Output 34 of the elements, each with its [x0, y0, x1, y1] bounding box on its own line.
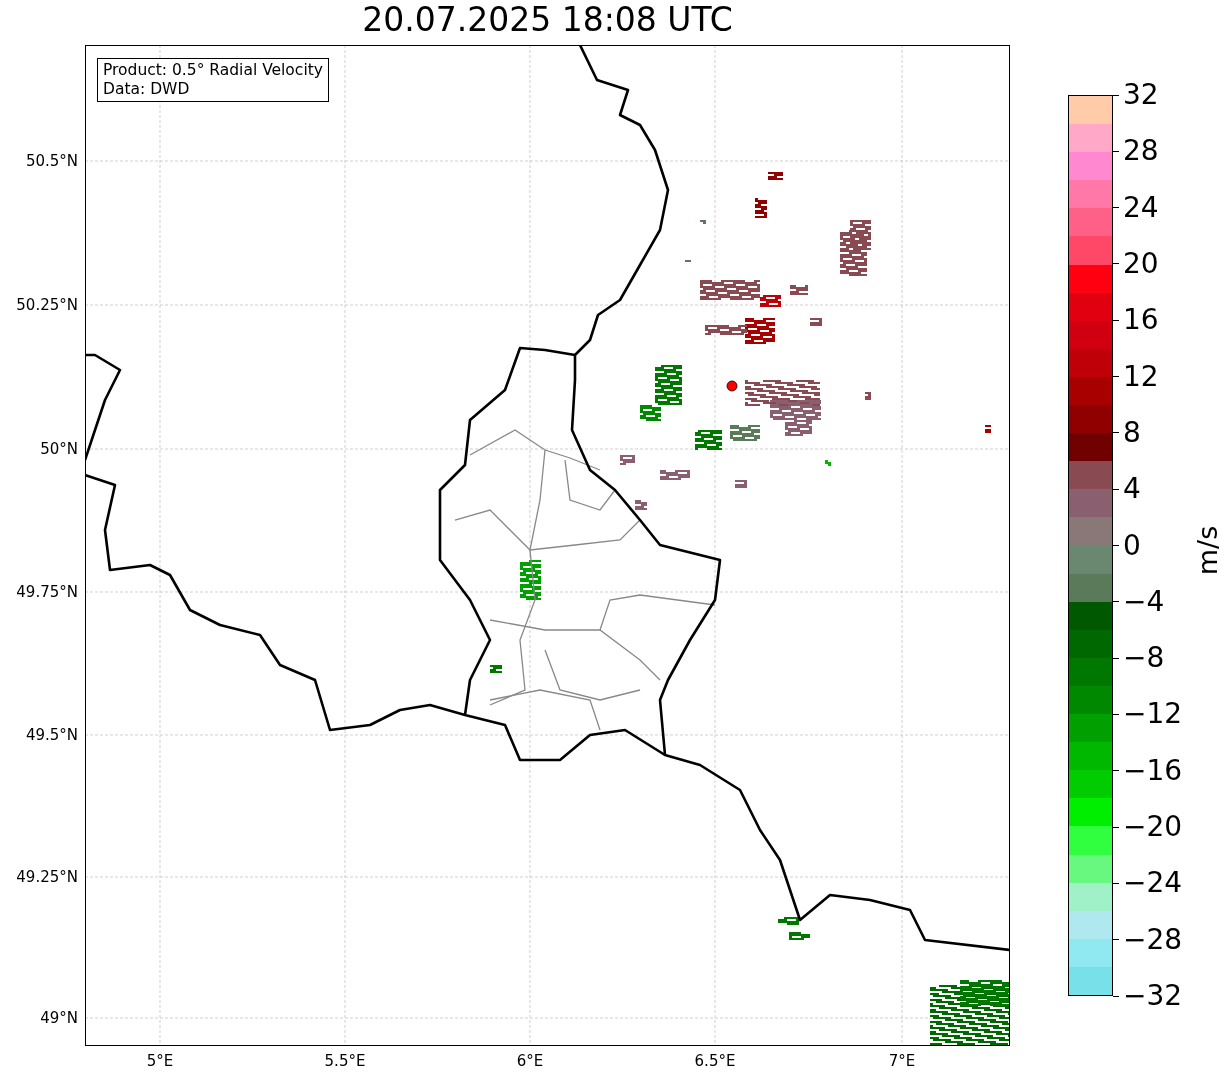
colorbar-tick-label: −28	[1123, 922, 1183, 957]
colorbar-tick-label: 4	[1123, 472, 1141, 507]
colorbar-tick-label: −20	[1123, 810, 1183, 845]
colorbar-tick-label: 24	[1123, 190, 1159, 225]
colorbar-tick-label: 32	[1123, 78, 1159, 112]
latitude-label: 49.5°N	[25, 726, 78, 744]
colorbar-tick-label: −24	[1123, 866, 1183, 901]
colorbar-tick-label: −4	[1123, 584, 1165, 619]
colorbar-tick-label: 8	[1123, 415, 1141, 450]
colorbar-tick-label: −32	[1123, 979, 1183, 1013]
latitude-label: 49.25°N	[16, 868, 78, 886]
latitude-label: 49.75°N	[16, 583, 78, 601]
colorbar-tick-label: 16	[1123, 303, 1159, 338]
latitude-label: 50.5°N	[25, 152, 78, 170]
longitude-label: 6°E	[515, 1052, 545, 1070]
colorbar-tick-label: 20	[1123, 246, 1159, 281]
chart-title: 20.07.2025 18:08 UTC	[362, 0, 733, 41]
latitude-label: 50°N	[40, 440, 78, 458]
colorbar-tick-label: 12	[1123, 359, 1159, 394]
longitude-label: 7°E	[887, 1052, 917, 1070]
longitude-label: 5.5°E	[323, 1052, 367, 1070]
radar-site-marker	[726, 380, 738, 392]
colorbar-tick-label: 0	[1123, 528, 1141, 563]
longitude-label: 5°E	[145, 1052, 175, 1070]
latitude-label: 49°N	[40, 1009, 78, 1027]
colorbar-tick-label: 28	[1123, 134, 1159, 169]
latitude-label: 50.25°N	[16, 296, 78, 314]
longitude-label: 6.5°E	[693, 1052, 737, 1070]
info-text: Data: DWD	[103, 80, 191, 99]
colorbar-tick-label: −16	[1123, 753, 1183, 788]
colorbar-tick-label: −12	[1123, 697, 1183, 732]
info-text: Product: 0.5° Radial Velocity	[103, 61, 323, 80]
colorbar-unit-label: m/s	[1192, 525, 1224, 575]
colorbar-tick-label: −8	[1123, 641, 1165, 676]
